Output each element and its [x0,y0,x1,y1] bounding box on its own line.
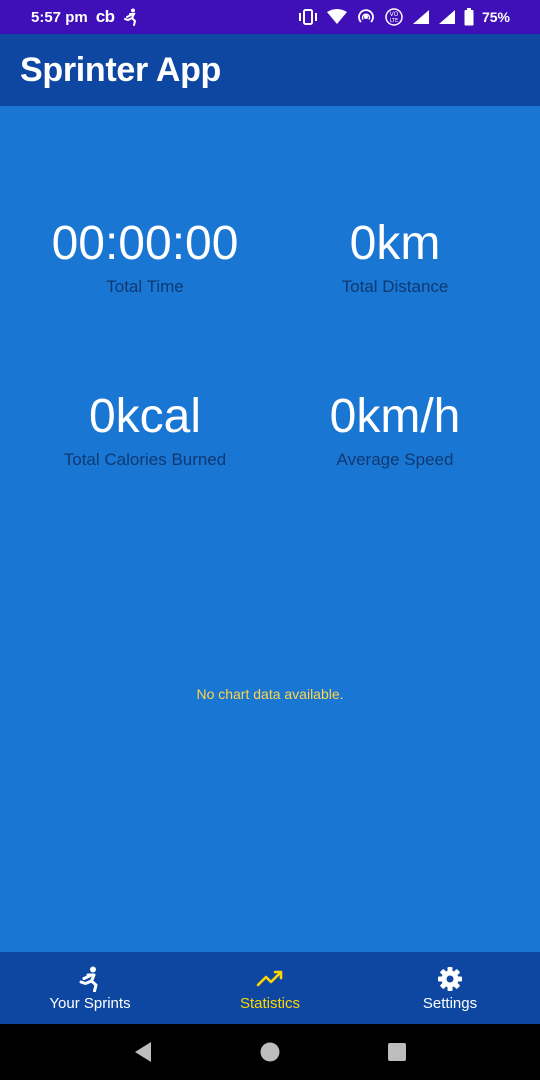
nav-label: Settings [422,994,478,1012]
statistics-screen: 00:00:00 Total Time 0km Total Distance 0… [0,106,540,952]
battery-icon [464,7,474,27]
stat-label: Total Time [106,277,184,296]
stat-value: 0km/h [329,390,461,443]
stat-total-calories: 0kcal Total Calories Burned [10,389,280,471]
stat-label: Total Calories Burned [63,450,227,469]
stat-label: Total Distance [341,277,449,296]
stat-value: 0kcal [88,390,202,443]
running-icon [78,965,102,993]
stat-average-speed: 0km/h Average Speed [260,389,530,471]
nav-your-sprints[interactable]: Your Sprints [0,952,180,1024]
stat-total-time: 00:00:00 Total Time [10,216,280,298]
recents-button[interactable] [377,1032,417,1072]
recents-icon [387,1043,406,1061]
status-bar: 5:57 pm cb VO LTE 75% [0,0,540,34]
status-bar-left: 5:57 pm cb [31,7,139,27]
vibrate-icon [298,7,318,27]
nav-statistics[interactable]: Statistics [180,952,360,1024]
hotspot-icon [356,7,376,27]
nav-settings[interactable]: Settings [360,952,540,1024]
system-navigation-bar [0,1024,540,1080]
signal-icon [438,7,456,27]
running-icon [123,7,139,27]
trending-up-icon [256,965,284,993]
signal-icon [412,7,430,27]
wifi-icon [326,7,348,27]
stat-total-distance: 0km Total Distance [260,216,530,298]
status-bar-right: VO LTE 75% [298,7,510,27]
carrier-badge: cb [95,7,115,26]
gear-icon [437,965,463,993]
home-icon [260,1042,280,1062]
battery-percent: 75% [481,9,510,25]
back-button[interactable] [123,1032,163,1072]
status-time: 5:57 pm [31,8,88,26]
back-icon [135,1042,152,1062]
svg-text:LTE: LTE [390,18,398,24]
app-bar: Sprinter App [0,34,540,106]
home-button[interactable] [250,1032,290,1072]
nav-label: Statistics [239,994,300,1012]
stat-label: Average Speed [336,450,454,469]
volte-icon: VO LTE [384,7,404,27]
nav-label: Your Sprints [49,994,131,1012]
svg-text:VO: VO [390,11,399,18]
stat-value: 00:00:00 [51,217,239,270]
chart-empty-message: No chart data available. [196,686,344,702]
bottom-navigation: Your Sprints Statistics Settings [0,952,540,1024]
page-title: Sprinter App [20,50,222,89]
stat-value: 0km [349,217,441,270]
